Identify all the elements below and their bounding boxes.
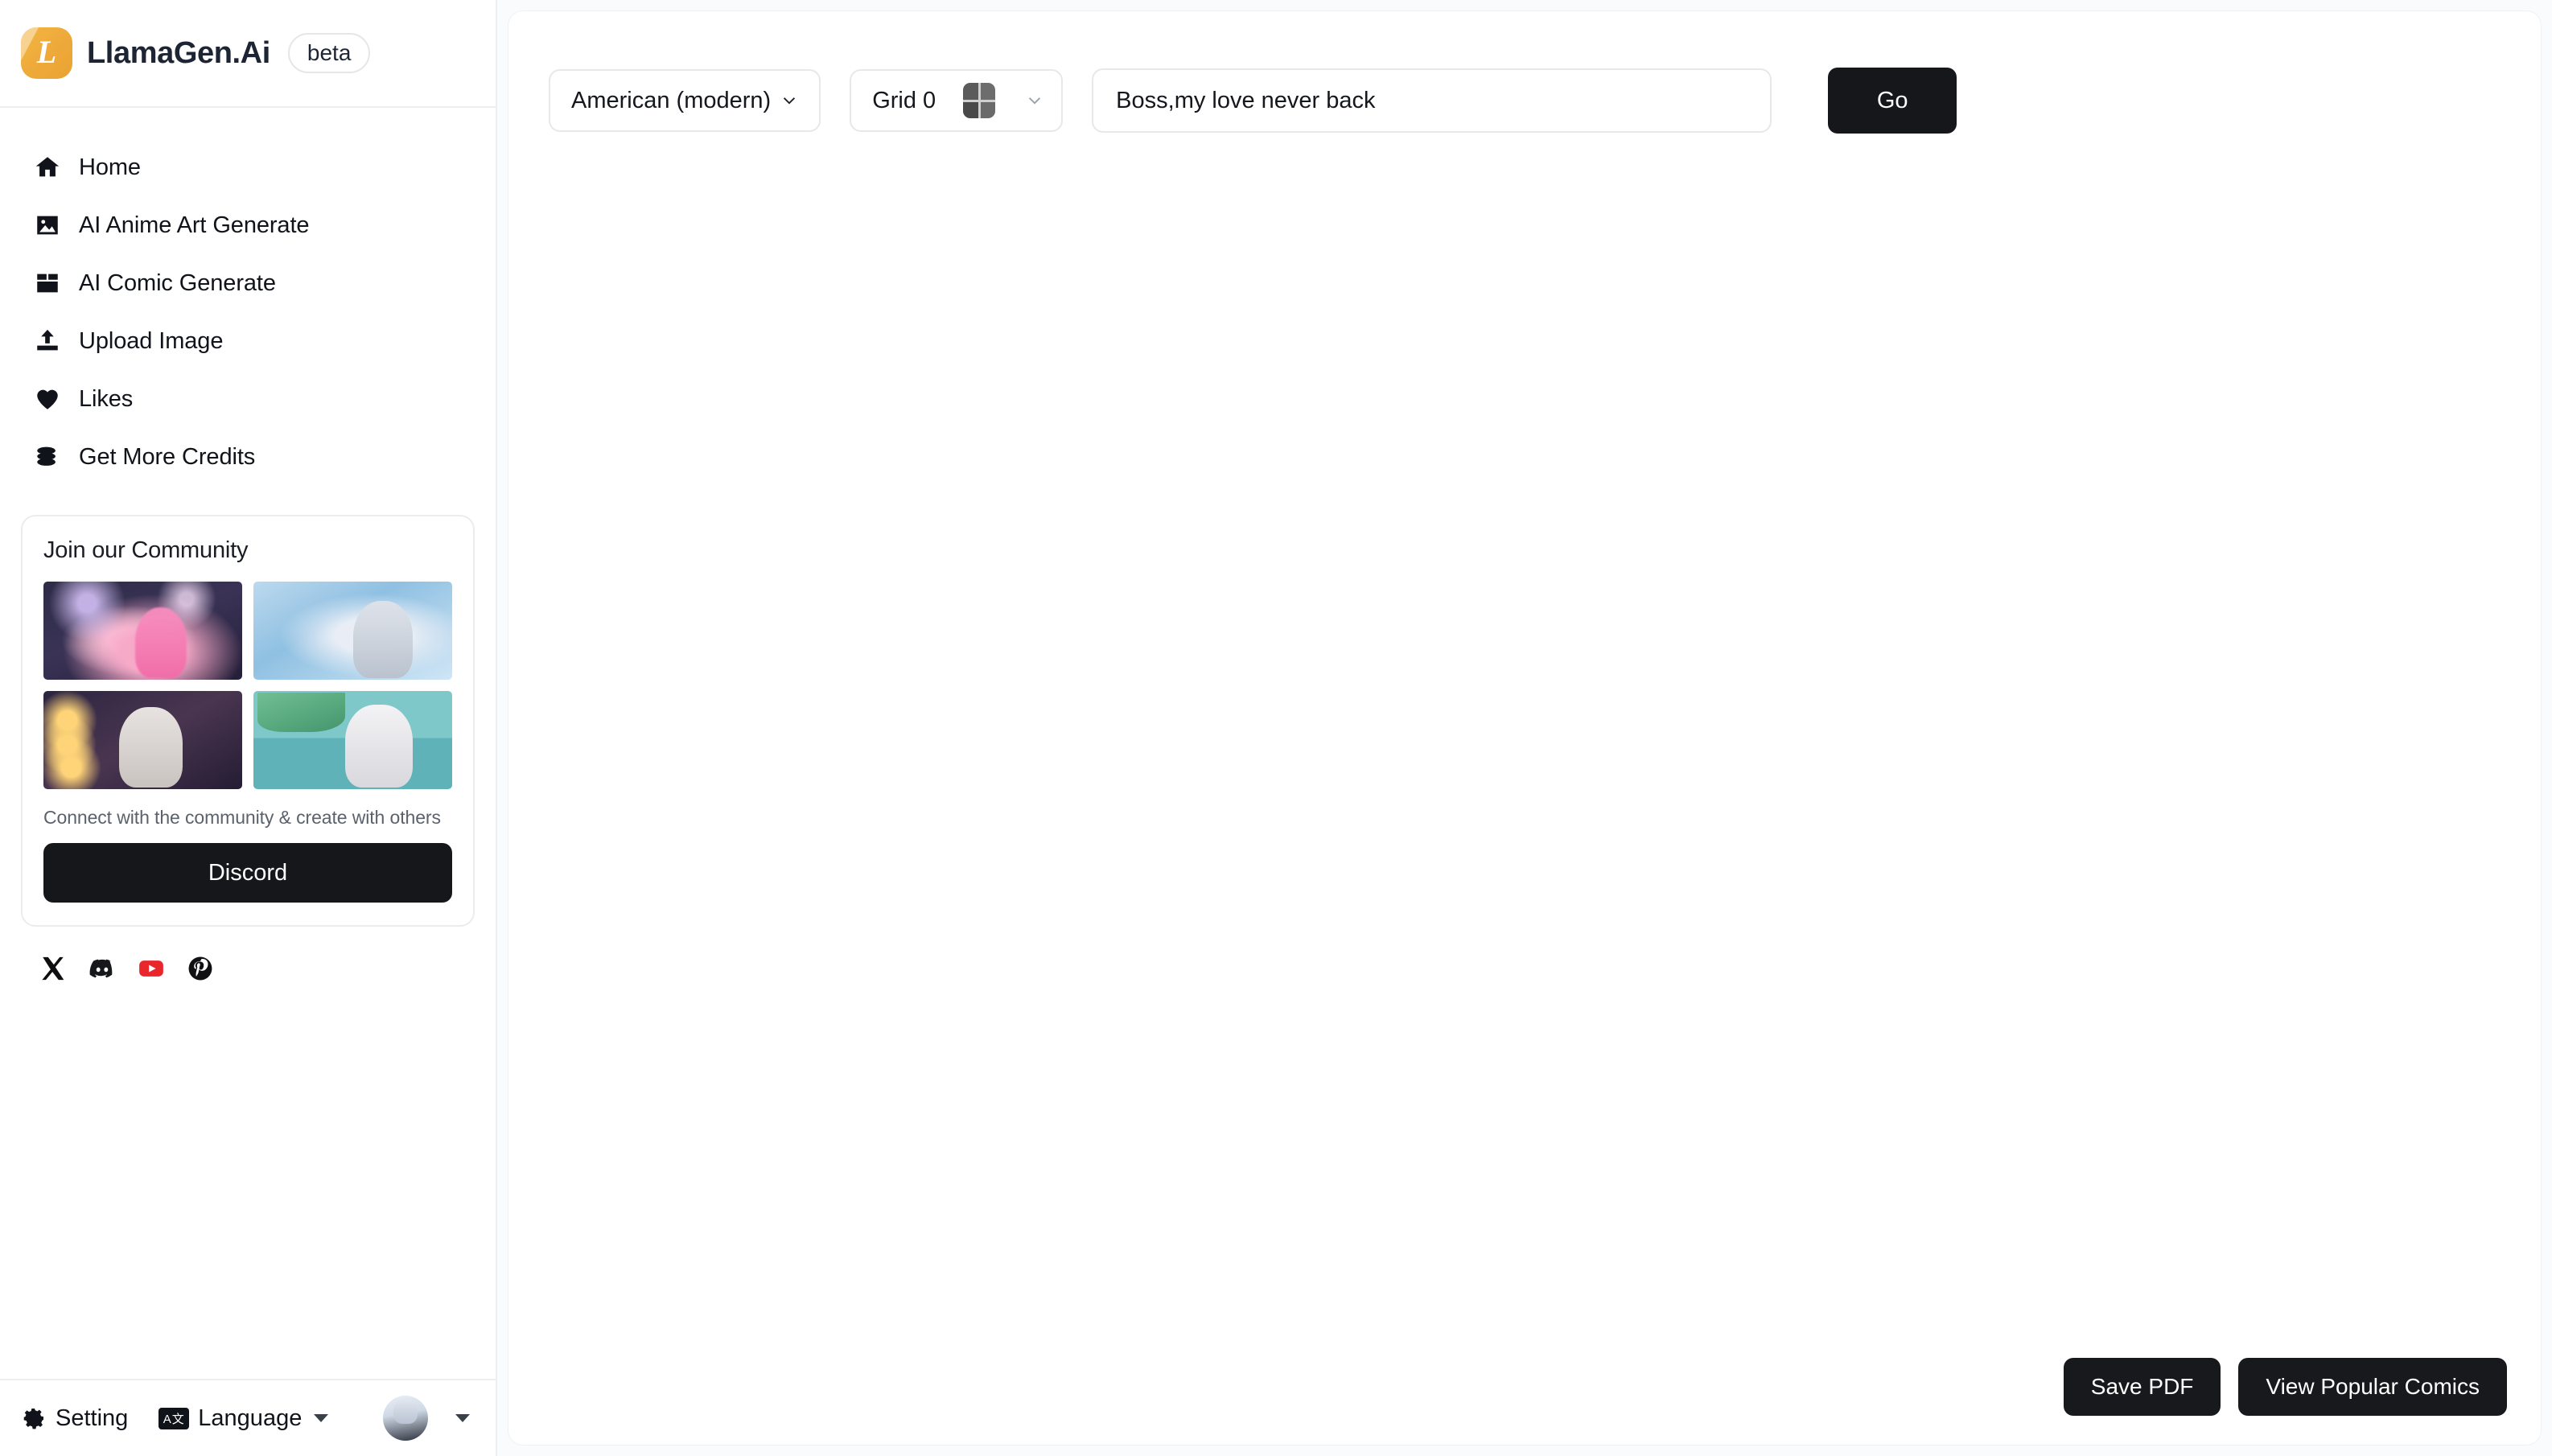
- zoom-label: Zoom: [2436, 312, 2513, 345]
- pinterest-icon[interactable]: [186, 954, 215, 983]
- community-thumbnail[interactable]: [43, 691, 242, 789]
- zoom-thumb[interactable]: [2455, 767, 2487, 793]
- sidebar-item-label: Likes: [79, 385, 134, 412]
- chevron-down-icon: [1026, 92, 1043, 109]
- prompt-input[interactable]: [1092, 68, 1772, 133]
- community-card: Join our Community Connect with the comm…: [21, 515, 475, 927]
- comic-panel[interactable]: AT THE SUMMIT, THE VISIONARY STANDS ALON…: [2035, 851, 2502, 1445]
- zoom-track-wrap[interactable]: [2436, 350, 2505, 862]
- comic-page[interactable]: IN A WORLD DOMINATED BY CODE, A YOUNG PR…: [1552, 271, 2513, 1445]
- brand-name: LlamaGen.Ai: [87, 35, 270, 70]
- zoom-slider[interactable]: Zoom: [2436, 312, 2513, 875]
- translate-icon: A文: [158, 1407, 190, 1429]
- go-button[interactable]: Go: [1828, 68, 1957, 134]
- comic-panels-icon: [34, 269, 61, 297]
- home-icon: [34, 154, 61, 181]
- panel-caption: FROM PROGRAMMER TO CEO, A VISION THAT CH…: [1570, 1266, 2024, 1445]
- brand-header: L LlamaGen.Ai beta: [0, 0, 496, 108]
- toolbar: American (modern) Grid 0 Go: [508, 11, 2541, 134]
- grid-2x2-icon: [963, 83, 996, 118]
- community-thumbnail-grid: [43, 582, 452, 789]
- view-popular-comics-button[interactable]: View Popular Comics: [2238, 1358, 2507, 1416]
- discord-button[interactable]: Discord: [43, 843, 452, 903]
- grid-select[interactable]: Grid 0: [850, 69, 1064, 132]
- sidebar-item-label: Get More Credits: [79, 443, 256, 470]
- panel-artwork: [1566, 285, 2028, 693]
- app-root: L LlamaGen.Ai beta Home AI Anime Art Gen…: [0, 0, 2552, 1456]
- comic-canvas[interactable]: IN A WORLD DOMINATED BY CODE, A YOUNG PR…: [508, 162, 2541, 1445]
- llamagen-logo-icon: L: [21, 27, 72, 79]
- sidebar-item-label: AI Anime Art Generate: [79, 212, 310, 238]
- sidebar-item-ai-comic-generate[interactable]: AI Comic Generate: [0, 254, 496, 312]
- sidebar: L LlamaGen.Ai beta Home AI Anime Art Gen…: [0, 0, 497, 1456]
- coins-icon: [34, 443, 61, 471]
- community-thumbnail[interactable]: [253, 691, 452, 789]
- primary-nav: Home AI Anime Art Generate AI Comic Gene…: [0, 108, 496, 494]
- chevron-down-icon: [314, 1414, 329, 1422]
- sidebar-item-ai-anime-art-generate[interactable]: AI Anime Art Generate: [0, 196, 496, 254]
- style-select[interactable]: American (modern): [549, 69, 821, 132]
- avatar[interactable]: [383, 1396, 428, 1441]
- panel-artwork: [2037, 853, 2500, 1263]
- community-subtitle: Connect with the community & create with…: [43, 807, 441, 828]
- grid-select-value: Grid 0: [872, 87, 936, 113]
- chevron-down-icon: [780, 92, 798, 109]
- account-chevron-down-icon[interactable]: [455, 1414, 470, 1422]
- sidebar-item-upload-image[interactable]: Upload Image: [0, 312, 496, 370]
- social-links: [0, 927, 496, 983]
- comic-panel-grid: IN A WORLD DOMINATED BY CODE, A YOUNG PR…: [1563, 282, 2502, 1445]
- sidebar-item-likes[interactable]: Likes: [0, 370, 496, 428]
- panel-artwork: [1566, 853, 2028, 1263]
- panel-artwork: [2037, 285, 2500, 693]
- style-select-value: American (modern): [571, 87, 772, 113]
- sidebar-item-label: Home: [79, 154, 141, 180]
- panel-caption: YEARS LATER, HARD WORK AND COUNTLESS LIN…: [2041, 697, 2496, 841]
- language-selector[interactable]: A文 Language: [158, 1405, 329, 1432]
- comic-panel[interactable]: FROM PROGRAMMER TO CEO, A VISION THAT CH…: [1563, 851, 2031, 1445]
- sidebar-item-home[interactable]: Home: [0, 138, 496, 196]
- community-thumbnail[interactable]: [253, 582, 452, 680]
- setting-label: Setting: [56, 1405, 129, 1431]
- panel-caption: AT THE SUMMIT, THE VISIONARY STANDS ALON…: [2041, 1266, 2496, 1445]
- community-thumbnail[interactable]: [43, 582, 242, 680]
- sidebar-item-get-more-credits[interactable]: Get More Credits: [0, 428, 496, 486]
- canvas-actions: Save PDF View Popular Comics: [2063, 1358, 2507, 1416]
- youtube-icon[interactable]: [137, 954, 166, 983]
- sidebar-footer: Setting A文 Language: [0, 1379, 496, 1456]
- heart-icon: [34, 385, 61, 413]
- x-icon[interactable]: [39, 954, 68, 983]
- main-area: American (modern) Grid 0 Go: [497, 0, 2552, 1456]
- comic-panel[interactable]: YEARS LATER, HARD WORK AND COUNTLESS LIN…: [2035, 282, 2502, 847]
- gear-icon: [21, 1405, 47, 1431]
- panel-caption: IN A WORLD DOMINATED BY CODE, A YOUNG PR…: [1570, 697, 2024, 841]
- sidebar-item-label: Upload Image: [79, 327, 224, 354]
- save-pdf-button[interactable]: Save PDF: [2063, 1358, 2221, 1416]
- beta-badge: beta: [287, 33, 371, 73]
- upload-icon: [34, 327, 61, 355]
- setting-button[interactable]: Setting: [21, 1405, 128, 1432]
- comic-panel[interactable]: IN A WORLD DOMINATED BY CODE, A YOUNG PR…: [1563, 282, 2031, 847]
- sidebar-item-label: AI Comic Generate: [79, 269, 276, 296]
- language-label: Language: [198, 1405, 303, 1431]
- discord-icon[interactable]: [88, 954, 117, 983]
- workspace-card: American (modern) Grid 0 Go: [508, 11, 2541, 1445]
- zoom-fill: [2464, 784, 2477, 862]
- image-icon: [34, 212, 61, 239]
- community-title: Join our Community: [43, 537, 249, 563]
- logo-letter: L: [36, 33, 57, 70]
